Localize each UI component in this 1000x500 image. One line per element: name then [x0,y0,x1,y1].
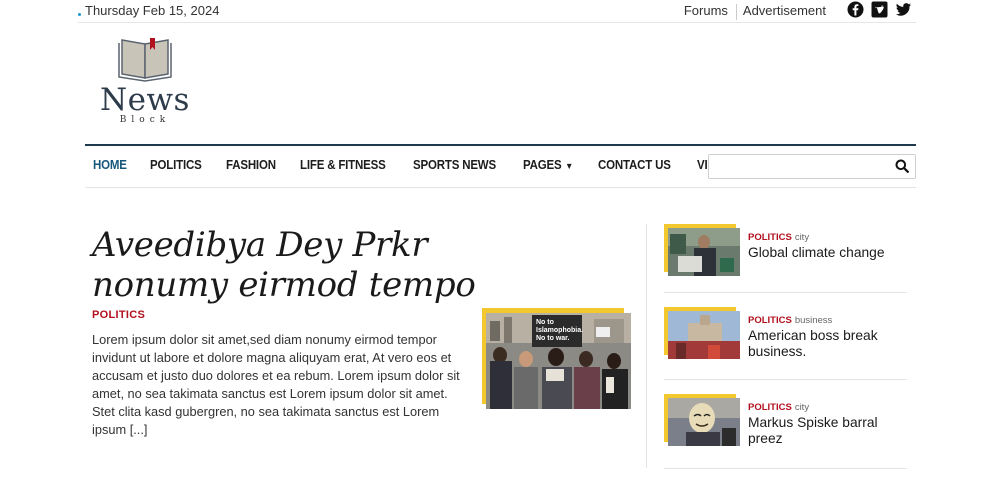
logo-wordmark: News [100,82,190,118]
search-input[interactable] [715,155,889,178]
side-category-2[interactable]: POLITICS [748,315,792,326]
featured-photo: No to Islamophobia. No to war. [486,313,631,409]
side-meta-3: POLITICS city [748,402,809,413]
date-bullet [78,13,81,16]
side-meta-1: POLITICS city [748,232,809,243]
side-photo-3 [668,398,740,446]
nav-item-pages[interactable]: PAGES ▼ [523,158,573,172]
featured-category[interactable]: POLITICS [92,309,145,321]
social-links [847,1,912,18]
nav-item-life-fitness[interactable]: LIFE & FITNESS [300,158,386,172]
side-category-3[interactable]: POLITICS [748,402,792,413]
side-title-2[interactable]: American boss break business. [748,328,908,360]
nav-item-contact-us[interactable]: CONTACT US [598,158,671,172]
forums-link[interactable]: Forums [684,3,728,20]
featured-headline[interactable]: Aveedibya Dey Prkr nonumy eirmod tempo [92,225,562,305]
twitter-icon[interactable] [895,1,912,18]
main-navigation: HOME POLITICS FASHION LIFE & FITNESS SPO… [85,144,916,188]
advertisement-link[interactable]: Advertisement [743,3,826,20]
chevron-down-icon: ▼ [565,161,574,171]
vimeo-icon[interactable] [871,1,888,18]
side-tag-1[interactable]: city [795,232,809,243]
nav-item-pages-label: PAGES [523,158,562,172]
top-link-divider [735,4,737,20]
side-thumbnail-2[interactable] [664,307,740,359]
search-box [708,154,916,179]
side-tag-3[interactable]: city [795,402,809,413]
side-photo-1 [668,228,740,276]
nav-item-home[interactable]: HOME [93,158,127,172]
facebook-icon[interactable] [847,1,864,18]
protest-sign-line-2: Islamophobia. [536,327,583,334]
top-bar: Thursday Feb 15, 2024 Forums Advertiseme… [78,0,916,23]
column-divider [646,224,647,468]
book-logo-icon [118,38,172,82]
side-title-3[interactable]: Markus Spiske barral preez [748,415,908,447]
side-meta-2: POLITICS business [748,315,832,326]
side-title-1[interactable]: Global climate change [748,245,908,261]
side-divider [664,292,907,293]
nav-item-politics[interactable]: POLITICS [150,158,202,172]
top-links: Forums Advertisement [684,3,826,20]
nav-item-fashion[interactable]: FASHION [226,158,276,172]
side-divider [664,379,907,380]
search-icon[interactable] [895,159,909,178]
current-date: Thursday Feb 15, 2024 [85,3,220,18]
side-divider [664,468,907,469]
featured-thumbnail[interactable]: No to Islamophobia. No to war. [482,308,631,409]
side-category-1[interactable]: POLITICS [748,232,792,243]
featured-excerpt: Lorem ipsum dolor sit amet,sed diam nonu… [92,332,460,438]
side-thumbnail-1[interactable] [664,224,740,276]
logo-subword: Block [119,115,171,125]
side-photo-2 [668,311,740,359]
nav-item-sports-news[interactable]: SPORTS NEWS [413,158,496,172]
side-tag-2[interactable]: business [795,315,833,326]
site-logo[interactable]: News Block [100,34,190,130]
side-thumbnail-3[interactable] [664,394,740,446]
protest-sign-line-3: No to war. [536,335,570,342]
protest-sign-line-1: No to [536,319,554,326]
